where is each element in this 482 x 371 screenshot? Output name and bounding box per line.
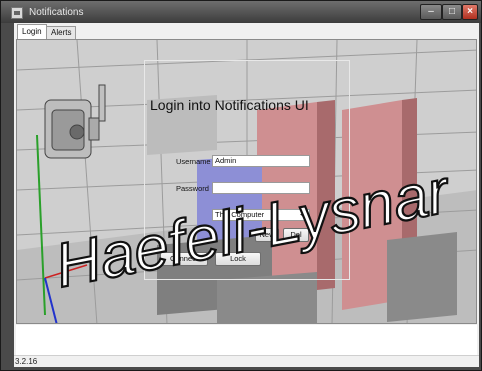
close-button[interactable]: × bbox=[462, 4, 478, 20]
tab-login[interactable]: Login bbox=[17, 24, 47, 39]
app-icon bbox=[11, 7, 23, 19]
version-label: 3.2.16 bbox=[15, 357, 38, 366]
minimize-button[interactable]: – bbox=[420, 4, 442, 20]
log-pane bbox=[16, 325, 477, 355]
title-bar[interactable]: Notifications – □ × bbox=[1, 1, 481, 23]
app-window: Notifications – □ × Login Alerts Login i… bbox=[0, 0, 482, 371]
watermark-text: Haefeli-Lysnar bbox=[50, 157, 457, 301]
watermark-logo: Haefeli-Lysnar bbox=[49, 156, 458, 302]
client-area: Login Alerts Login into Notifications UI… bbox=[14, 23, 479, 367]
maximize-button[interactable]: □ bbox=[442, 4, 462, 20]
login-panel-background: Login into Notifications UI Username Adm… bbox=[16, 39, 477, 324]
tab-alerts[interactable]: Alerts bbox=[46, 26, 77, 39]
tab-strip: Login Alerts bbox=[14, 23, 479, 39]
status-bar: 3.2.16 bbox=[14, 355, 479, 367]
window-title: Notifications bbox=[29, 7, 84, 18]
